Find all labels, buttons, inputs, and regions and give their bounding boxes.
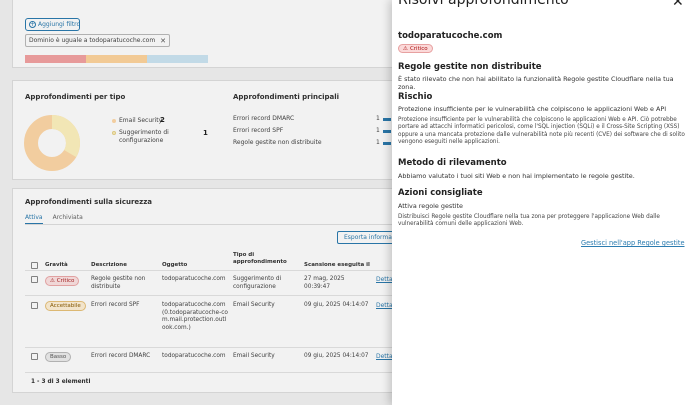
section-heading-detection: Metodo di rilevamento [398,158,507,168]
section-heading-risk: Rischio [398,92,433,102]
section-text-risk: Protezione insufficiente per le vulnerab… [398,105,667,113]
warning-icon: ⚠ [403,45,408,52]
modal-backdrop[interactable] [0,0,392,405]
section-text-risk-detail: Protezione insufficiente per le vulnerab… [398,117,685,146]
manage-rules-link[interactable]: Gestisci nell'app Regole gestite [581,239,685,247]
panel-domain: todoparatucoche.com [398,31,503,41]
section-heading-rule: Regole gestite non distribuite [398,62,542,72]
panel-title: Risolvi approfondimento [398,0,569,8]
section-text-actions: Attiva regole gestite [398,202,463,210]
section-text-detection: Abbiamo valutato i tuoi siti Web e non h… [398,172,635,180]
resolve-insight-panel: Risolvi approfondimento ✕ todoparatucoch… [392,0,690,405]
critical-badge-label: Critico [409,45,428,52]
section-text-rule: È stato rilevato che non hai abilitato l… [398,75,674,92]
critical-badge: ⚠ Critico [398,44,433,53]
close-icon[interactable]: ✕ [672,0,684,10]
section-text-actions-detail: Distribuisci Regole gestite Cloudflare n… [398,214,660,228]
section-heading-actions: Azioni consigliate [398,188,483,198]
